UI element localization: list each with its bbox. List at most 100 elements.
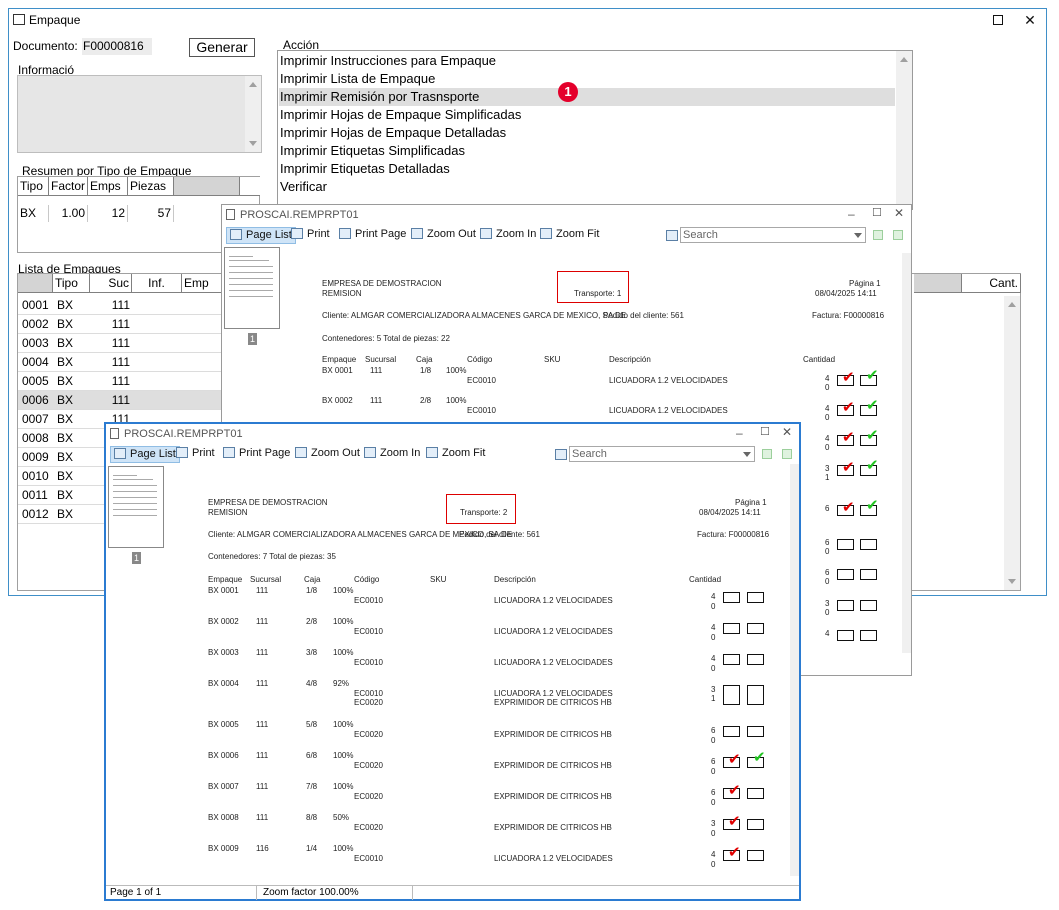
check-box[interactable]	[747, 819, 764, 830]
accion-item[interactable]: Imprimir Hojas de Empaque Simplificadas	[279, 106, 521, 124]
pagina-label: Página 1	[735, 498, 767, 507]
print-page-button[interactable]: Print Page	[339, 227, 406, 244]
table-row[interactable]: 0006 BX 111	[18, 391, 226, 410]
table-row[interactable]: 0003 BX 111	[18, 334, 226, 353]
next-result-icon[interactable]	[893, 230, 903, 240]
check-box[interactable]	[837, 569, 854, 580]
search-input[interactable]: Search	[569, 446, 755, 462]
next-result-icon[interactable]	[782, 449, 792, 459]
scroll-up-icon[interactable]	[900, 57, 908, 62]
check-box[interactable]	[860, 539, 877, 550]
accion-item[interactable]: Imprimir Hojas de Empaque Detalladas	[279, 124, 506, 142]
zoom-in-button[interactable]: Zoom In	[480, 227, 536, 244]
check-box[interactable]	[747, 685, 764, 705]
check-box[interactable]	[747, 592, 764, 603]
page-list-button[interactable]: Page List	[110, 446, 180, 463]
check-box[interactable]	[747, 623, 764, 634]
prev-result-icon[interactable]	[873, 230, 883, 240]
table-row[interactable]: 0001 BX 111	[18, 296, 226, 315]
check-box[interactable]	[747, 726, 764, 737]
preview-scrollbar[interactable]	[790, 464, 799, 876]
zoom-fit-button[interactable]: Zoom Fit	[426, 446, 485, 463]
generar-button[interactable]: Generar	[189, 38, 255, 57]
check-box[interactable]	[723, 685, 740, 705]
documento-field[interactable]: F00000816	[82, 38, 152, 55]
close-button[interactable]: ✕	[1016, 11, 1044, 29]
print-button[interactable]: Print	[176, 446, 215, 463]
scroll-up-icon[interactable]	[1008, 302, 1016, 307]
row-empaque: BX 0005	[208, 720, 239, 729]
resumen-header[interactable]: Piezas	[128, 177, 174, 196]
lista-header-cant[interactable]: Cant.	[962, 274, 1021, 293]
page-thumbnail[interactable]	[108, 466, 164, 548]
table-row[interactable]: 0004 BX 111	[18, 353, 226, 372]
check-box[interactable]	[723, 654, 740, 665]
maximize-button[interactable]	[984, 11, 1012, 29]
check-box[interactable]	[860, 600, 877, 611]
accion-list[interactable]: Imprimir Instrucciones para Empaque Impr…	[277, 50, 913, 210]
resumen-header[interactable]: Factor	[49, 177, 88, 196]
accion-scrollbar[interactable]	[896, 51, 912, 209]
check-box[interactable]	[860, 630, 877, 641]
table-row[interactable]: 0005 BX 111	[18, 372, 226, 391]
table-cell: BX	[57, 355, 74, 369]
preview-scrollbar[interactable]	[902, 253, 911, 653]
zoom-in-button[interactable]: Zoom In	[364, 446, 420, 463]
col-header: Sucursal	[365, 355, 397, 364]
check-box[interactable]	[747, 654, 764, 665]
zoom-fit-icon	[540, 228, 552, 239]
resumen-header[interactable]: Emps	[88, 177, 128, 196]
check-box[interactable]	[723, 726, 740, 737]
scroll-down-icon[interactable]	[249, 141, 257, 146]
chevron-down-icon[interactable]	[743, 452, 751, 457]
row-desc: EXPRIMIDOR DE CITRICOS HB	[494, 730, 612, 739]
accion-item-selected[interactable]: Imprimir Remisión por Trasnsporte	[279, 88, 895, 106]
page-list-button[interactable]: Page List	[226, 227, 296, 244]
cantidad-value: 0	[825, 547, 830, 556]
close-button[interactable]: ✕	[782, 425, 792, 439]
zoom-fit-button[interactable]: Zoom Fit	[540, 227, 599, 244]
zoom-out-button[interactable]: Zoom Out	[295, 446, 360, 463]
accion-item[interactable]: Imprimir Etiquetas Detalladas	[279, 160, 450, 178]
check-box[interactable]	[723, 592, 740, 603]
search-input[interactable]: Search	[680, 227, 866, 243]
print-page-label: Print Page	[355, 228, 407, 240]
check-box[interactable]	[747, 788, 764, 799]
row-sucursal: 111	[370, 366, 383, 375]
print-page-button[interactable]: Print Page	[223, 446, 290, 463]
accion-item[interactable]: Verificar	[279, 178, 327, 196]
accion-item[interactable]: Imprimir Lista de Empaque	[279, 70, 435, 88]
row-pct: 100%	[333, 782, 354, 791]
scroll-down-icon[interactable]	[1008, 579, 1016, 584]
chevron-down-icon[interactable]	[854, 233, 862, 238]
scroll-up-icon[interactable]	[249, 82, 257, 87]
lista-header[interactable]: Inf.	[132, 274, 182, 293]
table-row[interactable]: 0002 BX 111	[18, 315, 226, 334]
close-button[interactable]: ✕	[894, 206, 904, 220]
page-thumbnail[interactable]	[224, 247, 280, 329]
minimize-button[interactable]: –	[736, 426, 743, 440]
prev-result-icon[interactable]	[762, 449, 772, 459]
resumen-header[interactable]: Tipo	[18, 177, 49, 196]
check-box[interactable]	[837, 600, 854, 611]
check-box[interactable]	[837, 630, 854, 641]
lista-scrollbar[interactable]	[1004, 296, 1020, 590]
check-box[interactable]	[747, 850, 764, 861]
row-desc: EXPRIMIDOR DE CITRICOS HB	[494, 792, 612, 801]
table-cell: 111	[111, 336, 130, 350]
lista-header[interactable]: Suc	[90, 274, 132, 293]
check-box[interactable]	[723, 623, 740, 634]
info-scrollbar[interactable]	[245, 76, 261, 152]
lista-header[interactable]: Tipo	[53, 274, 90, 293]
maximize-button[interactable]: ☐	[760, 425, 770, 438]
minimize-button[interactable]: –	[848, 207, 855, 221]
check-box[interactable]	[837, 539, 854, 550]
print-button[interactable]: Print	[291, 227, 330, 244]
check-box[interactable]	[860, 569, 877, 580]
zoom-out-button[interactable]: Zoom Out	[411, 227, 476, 244]
informacion-textbox[interactable]	[17, 75, 262, 153]
maximize-button[interactable]: ☐	[872, 206, 882, 219]
red-check-icon: ✔	[842, 369, 855, 386]
accion-item[interactable]: Imprimir Instrucciones para Empaque	[279, 52, 496, 70]
accion-item[interactable]: Imprimir Etiquetas Simplificadas	[279, 142, 465, 160]
